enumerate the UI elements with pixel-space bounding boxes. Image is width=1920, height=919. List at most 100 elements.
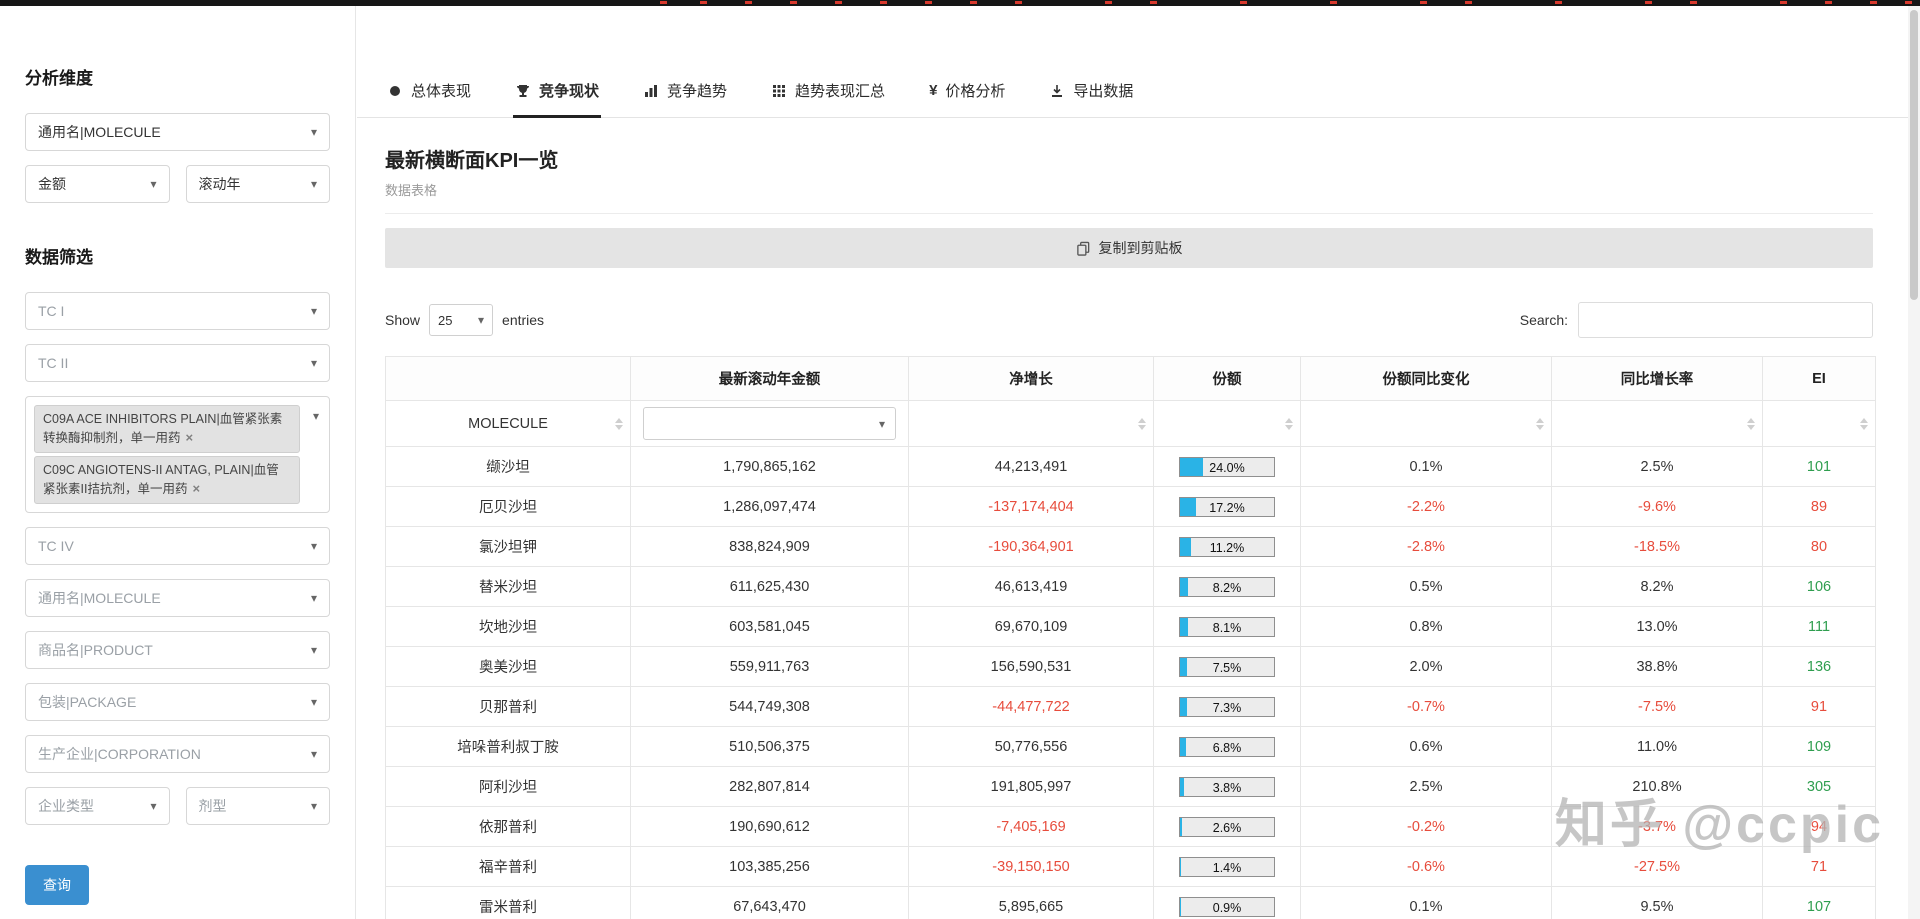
tc4-select[interactable]: TC IV ▾ (25, 527, 330, 565)
share-change-cell: 0.1% (1301, 447, 1552, 487)
scrollbar-thumb[interactable] (1910, 10, 1918, 300)
sort-icon[interactable] (1747, 418, 1755, 430)
share-change-cell: -0.7% (1301, 687, 1552, 727)
subheader-share[interactable] (1154, 401, 1301, 447)
copy-to-clipboard-button[interactable]: 复制到剪贴板 (385, 228, 1873, 268)
header-share-change[interactable]: 份额同比变化 (1301, 357, 1552, 401)
header-ei[interactable]: EI (1763, 357, 1876, 401)
tab-trend-summary[interactable]: 趋势表现汇总 (769, 80, 887, 117)
amount-filter-select[interactable]: ▾ (643, 407, 896, 440)
chevron-down-icon: ▾ (311, 539, 317, 553)
subheader-molecule[interactable]: MOLECULE (386, 401, 631, 447)
table-controls: Show 25 ▾ entries Search: (385, 302, 1873, 338)
table-row: 培哚普利叔丁胺510,506,37550,776,5566.8%0.6%11.0… (386, 727, 1876, 767)
header-row: 最新滚动年金额 净增长 份额 份额同比变化 同比增长率 EI (386, 357, 1876, 401)
table-row: 雷米普利67,643,4705,895,6650.9%0.1%9.5%107 (386, 887, 1876, 919)
sort-icon[interactable] (1285, 418, 1293, 430)
amount-cell: 838,824,909 (631, 527, 909, 567)
period-select[interactable]: 滚动年 ▾ (186, 165, 331, 203)
search-group: Search: (1520, 302, 1873, 338)
share-change-cell: 2.5% (1301, 767, 1552, 807)
table-row: 氯沙坦钾838,824,909-190,364,90111.2%-2.8%-18… (386, 527, 1876, 567)
tc1-select[interactable]: TC I ▾ (25, 292, 330, 330)
yoy-cell: -7.5% (1552, 687, 1763, 727)
share-cell: 24.0% (1154, 447, 1301, 487)
sort-icon[interactable] (1536, 418, 1544, 430)
net-growth-cell: -137,174,404 (909, 487, 1154, 527)
tc2-select[interactable]: TC II ▾ (25, 344, 330, 382)
bar-chart-icon (643, 83, 659, 99)
share-change-cell: 0.5% (1301, 567, 1552, 607)
ei-cell: 136 (1763, 647, 1876, 687)
subheader-ei[interactable] (1763, 401, 1876, 447)
product-filter-value: 商品名|PRODUCT (38, 640, 153, 660)
header-yoy-growth[interactable]: 同比增长率 (1552, 357, 1763, 401)
tab-competitive-status[interactable]: 竞争现状 (513, 80, 601, 117)
subheader-yoy[interactable] (1552, 401, 1763, 447)
scrollbar[interactable] (1908, 6, 1920, 919)
sort-icon[interactable] (615, 418, 623, 430)
query-button[interactable]: 查询 (25, 865, 89, 905)
sort-icon[interactable] (1138, 418, 1146, 430)
search-input[interactable] (1578, 302, 1873, 338)
package-filter-select[interactable]: 包装|PACKAGE ▾ (25, 683, 330, 721)
package-filter-value: 包装|PACKAGE (38, 692, 136, 712)
header-amount[interactable]: 最新滚动年金额 (631, 357, 909, 401)
molecule-name-cell: 阿利沙坦 (386, 767, 631, 807)
tab-overall-performance[interactable]: 总体表现 (385, 80, 473, 117)
share-cell: 1.4% (1154, 847, 1301, 887)
yoy-cell: 210.8% (1552, 767, 1763, 807)
table-body: 缬沙坦1,790,865,16244,213,49124.0%0.1%2.5%1… (386, 447, 1876, 919)
amount-cell: 1,286,097,474 (631, 487, 909, 527)
tab-competitive-trend[interactable]: 竞争趋势 (641, 80, 729, 117)
dosage-form-select[interactable]: 剂型 ▾ (186, 787, 331, 825)
dimension-select[interactable]: 通用名|MOLECULE ▾ (25, 113, 330, 151)
molecule-filter-select[interactable]: 通用名|MOLECULE ▾ (25, 579, 330, 617)
net-growth-cell: 50,776,556 (909, 727, 1154, 767)
molecule-name-cell: 坎地沙坦 (386, 607, 631, 647)
remove-tag-icon[interactable]: × (186, 430, 194, 445)
header-share[interactable]: 份额 (1154, 357, 1301, 401)
tab-label: 价格分析 (945, 80, 1005, 101)
ei-cell: 305 (1763, 767, 1876, 807)
molecule-name-cell: 奥美沙坦 (386, 647, 631, 687)
sort-icon[interactable] (1860, 418, 1868, 430)
subheader-share-change[interactable] (1301, 401, 1552, 447)
grid-icon (771, 83, 787, 99)
yoy-cell: 2.5% (1552, 447, 1763, 487)
amount-cell: 67,643,470 (631, 887, 909, 919)
filter-tag-label: C09C ANGIOTENS-II ANTAG, PLAIN|血管紧张素II拮抗… (43, 463, 279, 496)
filter-tag: C09A ACE INHIBITORS PLAIN|血管紧张素转换酶抑制剂，单一… (34, 405, 300, 453)
table-row: 缬沙坦1,790,865,16244,213,49124.0%0.1%2.5%1… (386, 447, 1876, 487)
share-change-cell: -0.2% (1301, 807, 1552, 847)
molecule-name-cell: 缬沙坦 (386, 447, 631, 487)
net-growth-cell: -190,364,901 (909, 527, 1154, 567)
content-area: 最新横断面KPI一览 数据表格 复制到剪贴板 Show 25 ▾ entries… (357, 118, 1920, 919)
ei-cell: 101 (1763, 447, 1876, 487)
metric-select[interactable]: 金额 ▾ (25, 165, 170, 203)
product-filter-select[interactable]: 商品名|PRODUCT ▾ (25, 631, 330, 669)
corporation-filter-select[interactable]: 生产企业|CORPORATION ▾ (25, 735, 330, 773)
share-cell: 8.1% (1154, 607, 1301, 647)
share-change-cell: -0.6% (1301, 847, 1552, 887)
table-head: 最新滚动年金额 净增长 份额 份额同比变化 同比增长率 EI MOLECULE … (386, 357, 1876, 447)
share-bar: 8.1% (1179, 617, 1275, 637)
company-type-select[interactable]: 企业类型 ▾ (25, 787, 170, 825)
sidebar: 分析维度 通用名|MOLECULE ▾ 金额 ▾ 滚动年 ▾ 数据筛选 TC I… (0, 6, 356, 919)
tab-export-data[interactable]: 导出数据 (1047, 80, 1135, 117)
subheader-net-growth[interactable] (909, 401, 1154, 447)
tab-price-analysis[interactable]: ¥ 价格分析 (927, 80, 1007, 117)
tc3-multiselect[interactable]: ▾ C09A ACE INHIBITORS PLAIN|血管紧张素转换酶抑制剂，… (25, 396, 330, 513)
header-net-growth[interactable]: 净增长 (909, 357, 1154, 401)
remove-tag-icon[interactable]: × (192, 481, 200, 496)
tc1-select-value: TC I (38, 303, 64, 319)
share-cell: 8.2% (1154, 567, 1301, 607)
page-size-select[interactable]: 25 ▾ (429, 304, 493, 336)
ei-cell: 107 (1763, 887, 1876, 919)
tab-bar: 总体表现 竞争现状 竞争趋势 趋势表现汇总 ¥ 价格分析 导出数据 (357, 6, 1920, 118)
yoy-cell: -27.5% (1552, 847, 1763, 887)
chevron-down-icon: ▾ (879, 417, 885, 431)
share-change-cell: 2.0% (1301, 647, 1552, 687)
main-content: 总体表现 竞争现状 竞争趋势 趋势表现汇总 ¥ 价格分析 导出数据 最新横断面K… (357, 6, 1920, 919)
share-bar: 6.8% (1179, 737, 1275, 757)
